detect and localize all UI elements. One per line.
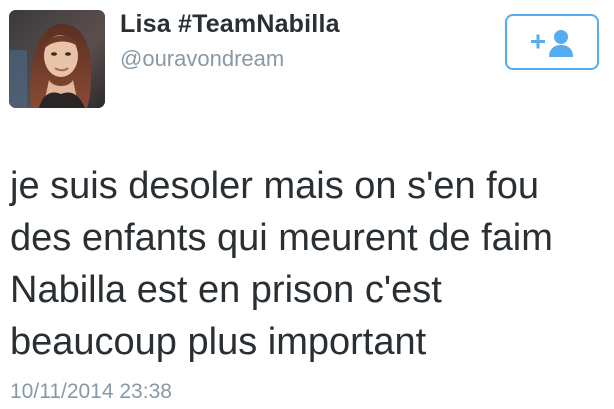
profile-photo-icon xyxy=(9,10,105,108)
follow-person-plus-icon xyxy=(531,30,573,57)
user-handle[interactable]: @ouravondream xyxy=(120,46,284,72)
tweet-timestamp[interactable]: 10/11/2014 23:38 xyxy=(10,380,172,404)
tweet-text: je suis desoler mais on s'en fou des enf… xyxy=(10,165,553,363)
tweet-card: Lisa #TeamNabilla @ouravondream je suis … xyxy=(0,0,614,409)
follow-button[interactable] xyxy=(505,14,599,70)
display-name[interactable]: Lisa #TeamNabilla xyxy=(120,10,340,39)
avatar[interactable] xyxy=(9,10,105,108)
